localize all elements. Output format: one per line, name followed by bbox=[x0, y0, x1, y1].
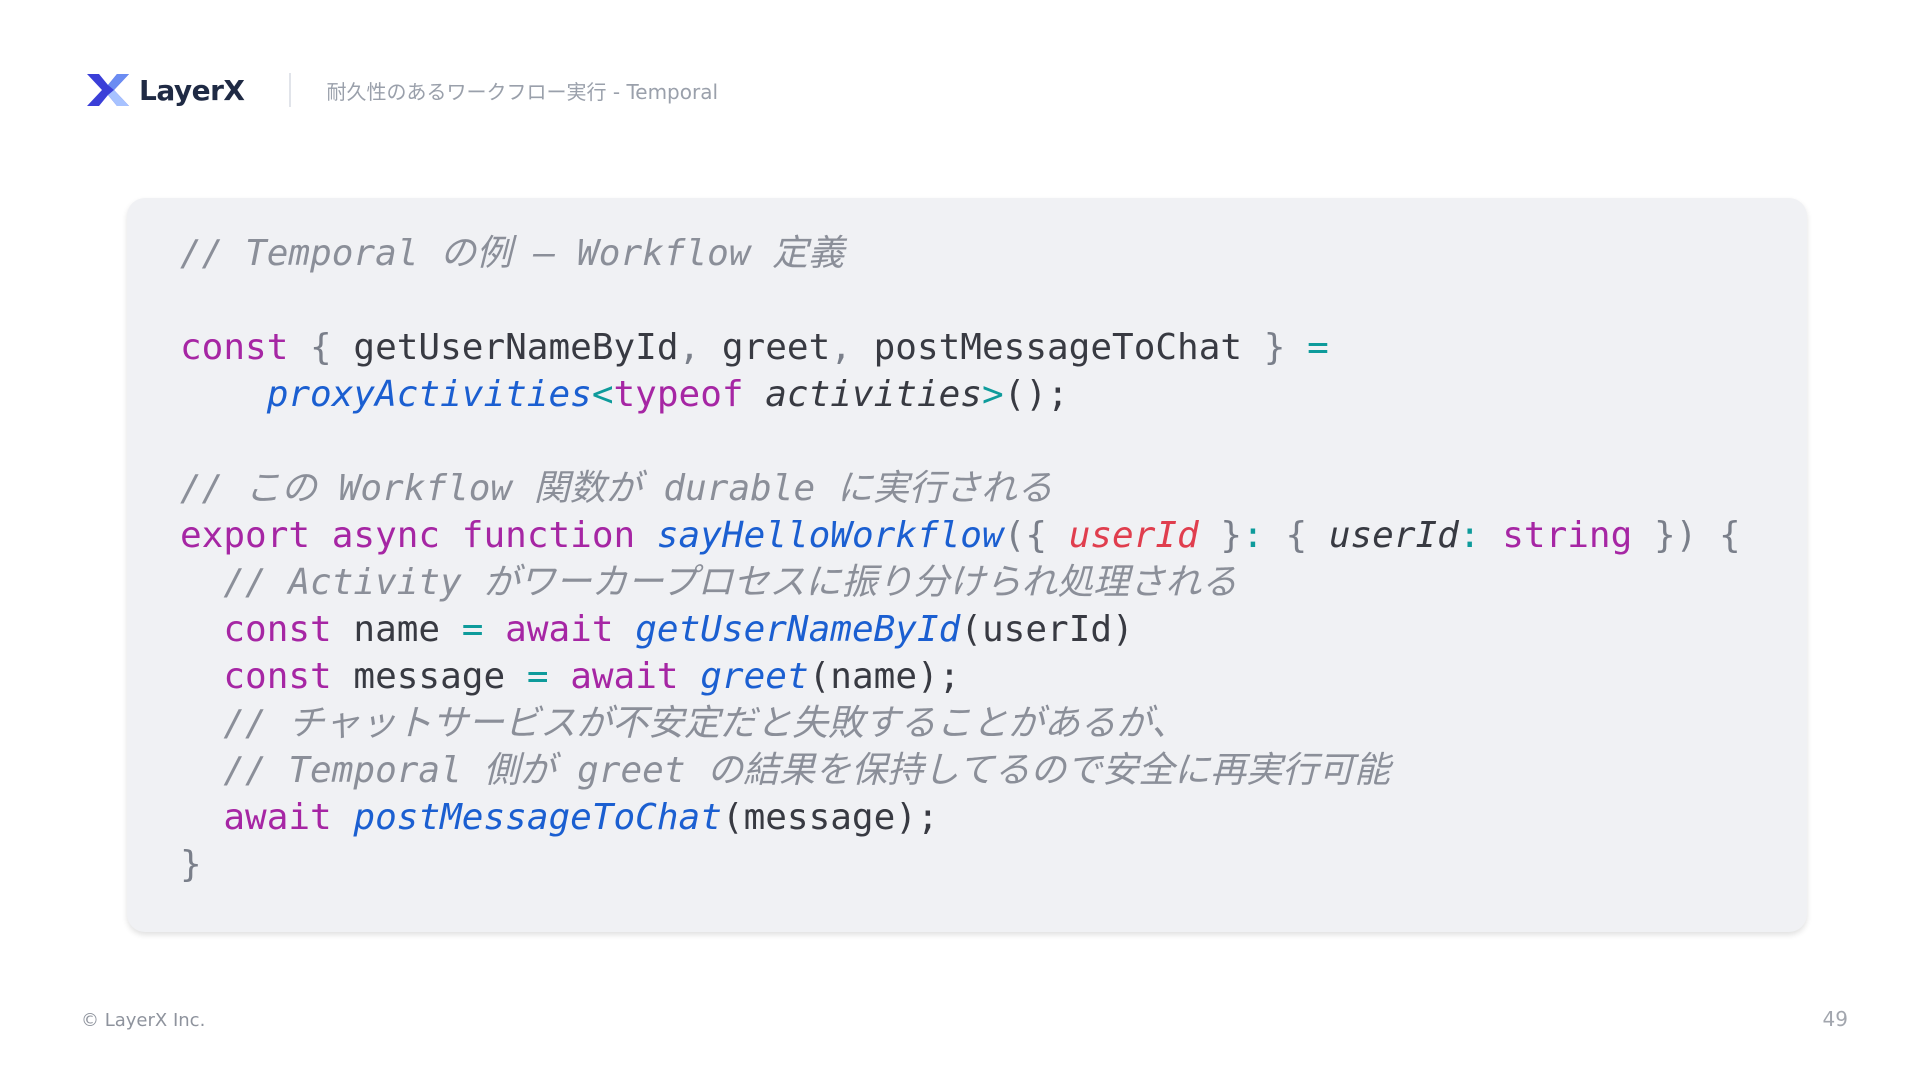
code-line: proxyActivities<typeof activities>(); bbox=[180, 371, 1807, 418]
code-token-punct: } bbox=[1198, 515, 1243, 556]
code-token-typeparam: userId bbox=[1328, 515, 1459, 556]
code-token-typeparam: activities bbox=[765, 374, 982, 415]
code-token-op: : bbox=[1242, 515, 1264, 556]
code-token-op: = bbox=[461, 609, 484, 650]
code-token-plain: (message); bbox=[721, 797, 939, 838]
code-block: // Temporal の例 – Workflow 定義 const { get… bbox=[127, 198, 1807, 932]
slide-header: LayerX 耐久性のあるワークフロー実行 - Temporal bbox=[85, 70, 718, 110]
code-token-keyword: string bbox=[1502, 515, 1633, 556]
code-token-keyword: const bbox=[180, 327, 289, 368]
code-token-plain: (name); bbox=[808, 656, 961, 697]
code-line: } bbox=[180, 841, 1807, 888]
code-token-keyword: function bbox=[461, 515, 636, 556]
page-number: 49 bbox=[1822, 1007, 1848, 1031]
code-token-op: : bbox=[1458, 515, 1481, 556]
code-token-func: sayHelloWorkflow bbox=[656, 515, 1004, 556]
code-token-plain: (userId) bbox=[960, 609, 1134, 650]
code-token-keyword: await bbox=[223, 797, 332, 838]
code-token-comment: // チャットサービスが不安定だと失敗することがあるが、 bbox=[223, 703, 1188, 744]
code-token-op: < bbox=[591, 374, 614, 415]
layerx-logo: LayerX bbox=[85, 70, 245, 110]
code-token-punct: , bbox=[830, 327, 874, 368]
code-token-comment: // Temporal の例 – Workflow 定義 bbox=[180, 233, 845, 274]
code-token-punct: }) { bbox=[1632, 515, 1741, 556]
code-token-plain: name bbox=[331, 609, 462, 650]
code-line: // この Workflow 関数が durable に実行される bbox=[180, 465, 1807, 512]
code-token-op: > bbox=[981, 374, 1004, 415]
code-token-keyword: typeof bbox=[613, 374, 744, 415]
code-token-punct: } bbox=[180, 844, 202, 885]
code-token-keyword: await bbox=[570, 656, 679, 697]
code-line: // Activity がワーカープロセスに振り分けられ処理される bbox=[180, 559, 1807, 606]
code-token-func: greet bbox=[700, 656, 809, 697]
code-token-comment: // Activity がワーカープロセスに振り分けられ処理される bbox=[223, 562, 1238, 603]
code-token-func: getUserNameById bbox=[635, 609, 961, 650]
code-token-keyword: await bbox=[505, 609, 614, 650]
code-token-keyword: const bbox=[223, 656, 332, 697]
code-line: // Temporal 側が greet の結果を保持してるので安全に再実行可能 bbox=[180, 747, 1807, 794]
code-token-punct: ({ bbox=[1003, 515, 1069, 556]
code-token-plain: message bbox=[331, 656, 527, 697]
code-token-func: proxyActivities bbox=[266, 374, 592, 415]
code-token-punct: } bbox=[1242, 327, 1308, 368]
code-line: export async function sayHelloWorkflow({… bbox=[180, 512, 1807, 559]
logo-wordmark: LayerX bbox=[139, 73, 245, 107]
code-token-punct: { bbox=[1263, 515, 1329, 556]
code-token-comment: // この Workflow 関数が durable に実行される bbox=[180, 468, 1053, 509]
copyright-text: © LayerX Inc. bbox=[81, 1010, 206, 1031]
layerx-logo-icon bbox=[87, 74, 129, 106]
code-token-param: userId bbox=[1068, 515, 1199, 556]
code-token-keyword: const bbox=[223, 609, 332, 650]
code-token-keyword: async bbox=[331, 515, 441, 556]
code-line: // Temporal の例 – Workflow 定義 bbox=[180, 230, 1807, 277]
code-token-op: = bbox=[526, 656, 549, 697]
code-token-func: postMessageToChat bbox=[353, 797, 722, 838]
code-line: const message = await greet(name); bbox=[180, 653, 1807, 700]
slide: LayerX 耐久性のあるワークフロー実行 - Temporal // Temp… bbox=[0, 0, 1920, 1080]
code-token-plain: getUserNameById bbox=[353, 327, 679, 368]
code-line: await postMessageToChat(message); bbox=[180, 794, 1807, 841]
code-token-punct: { bbox=[288, 327, 354, 368]
code-token-plain: (); bbox=[1003, 374, 1069, 415]
code-line: const name = await getUserNameById(userI… bbox=[180, 606, 1807, 653]
deck-title: 耐久性のあるワークフロー実行 - Temporal bbox=[326, 79, 719, 104]
code-token-plain: greet bbox=[721, 327, 831, 368]
code-token-keyword: export bbox=[180, 515, 311, 556]
code-token-plain: postMessageToChat bbox=[873, 327, 1243, 368]
code-token-punct: , bbox=[678, 327, 722, 368]
header-divider bbox=[288, 73, 291, 107]
code-token-comment: // Temporal 側が greet の結果を保持してるので安全に再実行可能 bbox=[223, 750, 1391, 791]
code-token-op: = bbox=[1307, 327, 1329, 368]
code-line: // チャットサービスが不安定だと失敗することがあるが、 bbox=[180, 700, 1807, 747]
code-line: const { getUserNameById, greet, postMess… bbox=[180, 324, 1807, 371]
